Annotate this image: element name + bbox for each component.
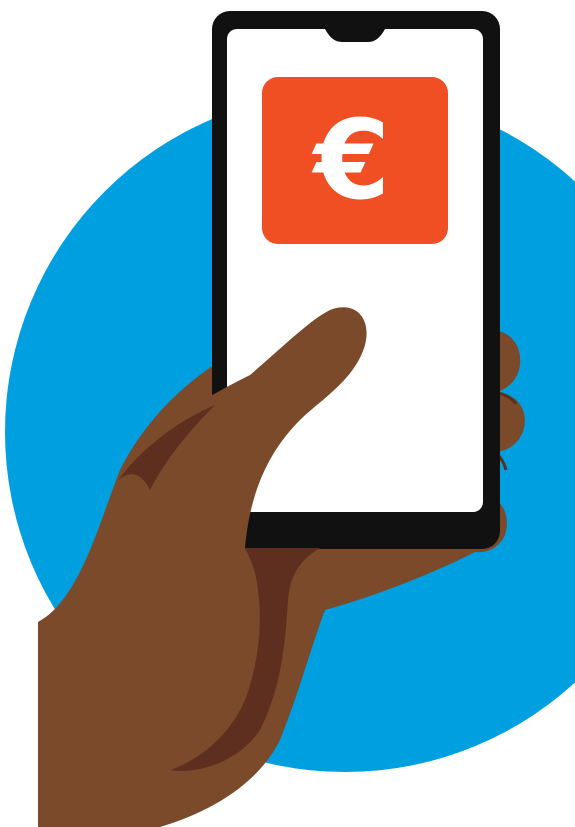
euro-icon: € bbox=[311, 96, 391, 224]
illustration: € bbox=[5, 11, 575, 827]
